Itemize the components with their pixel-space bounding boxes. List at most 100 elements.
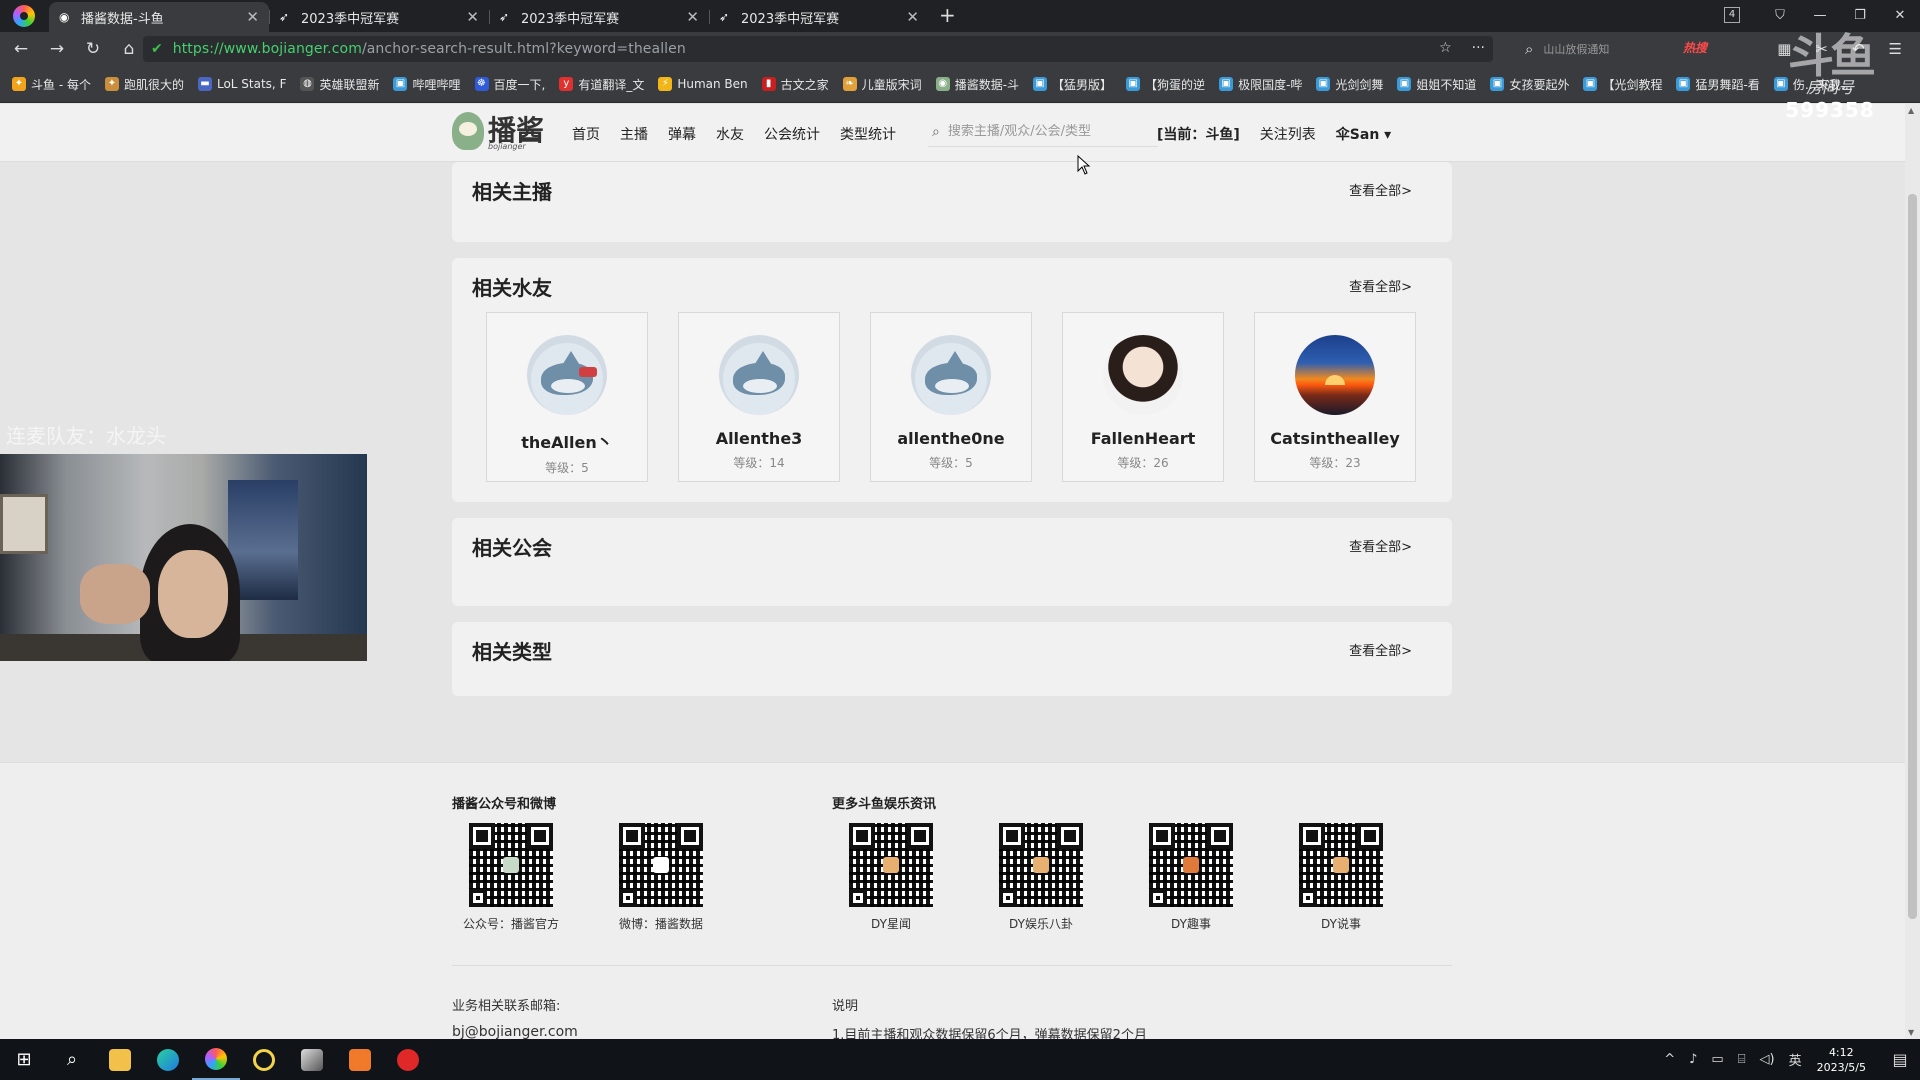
bookmark-item[interactable]: ✦ 斗鱼 - 每个 (12, 76, 91, 93)
chevron-up-icon[interactable]: ^ (1664, 1052, 1675, 1067)
bookmark-item[interactable]: ◍ 英雄联盟新 (300, 76, 379, 93)
scroll-down-icon[interactable]: ▼ (1908, 1028, 1914, 1037)
display-icon[interactable]: ▭ (1711, 1052, 1723, 1067)
browser-logo-icon[interactable] (13, 5, 35, 27)
user-menu[interactable]: 伞San ▾ (1336, 124, 1391, 144)
scroll-up-icon[interactable]: ▲ (1908, 106, 1914, 115)
bookmark-item[interactable]: ⚡ Human Ben (658, 77, 748, 91)
related-fans-card: 相关水友 查看全部> theAllen丶 等级：5 Allenthe3 等级：1… (452, 258, 1452, 502)
page-scrollbar[interactable]: ▲ ▼ (1905, 104, 1920, 1039)
bookmark-item[interactable]: ▮ 古文之家 (761, 76, 829, 93)
see-all-link[interactable]: 查看全部> (1349, 276, 1412, 295)
nav-type-stats[interactable]: 类型统计 (840, 124, 896, 144)
volume-icon[interactable]: ◁) (1760, 1052, 1775, 1067)
reload-icon[interactable]: ↻ (78, 39, 108, 59)
minimize-icon[interactable]: — (1800, 8, 1840, 23)
browser-tab[interactable]: ➶ 2023季中冠军赛 ✕ (489, 2, 709, 32)
site-favicon-icon: ➶ (279, 10, 290, 24)
bookmark-item[interactable]: ▣ 【光剑教程 (1583, 76, 1662, 93)
new-tab-icon[interactable]: + (939, 3, 956, 27)
follow-list-link[interactable]: 关注列表 (1260, 124, 1316, 144)
file-explorer-icon[interactable] (96, 1039, 144, 1080)
browser-taskbar-icon[interactable] (192, 1039, 240, 1080)
notification-icon[interactable]: ▤ (1880, 1050, 1920, 1069)
fan-card[interactable]: theAllen丶 等级：5 (486, 312, 648, 482)
address-bar[interactable]: ✔ https://www.bojianger.com/anchor-searc… (143, 36, 1493, 62)
game-app-icon[interactable] (288, 1039, 336, 1080)
fan-card[interactable]: Allenthe3 等级：14 (678, 312, 840, 482)
tab-count-badge[interactable]: 4 (1724, 7, 1740, 23)
bookmark-item[interactable]: ▣ 【狗蛋的逆 (1126, 76, 1205, 93)
footer-heading: 更多斗鱼娱乐资讯 (832, 797, 937, 812)
bookmark-star-icon[interactable]: ☆ (1439, 40, 1452, 56)
close-tab-icon[interactable]: ✕ (466, 8, 479, 26)
browser-search-box[interactable]: ⌕ 山山放假通知 (1525, 37, 1765, 61)
bookmark-item[interactable]: ▣ 光剑剑舞 (1316, 76, 1383, 93)
bookmark-item[interactable]: ❧ 儿童版宋词 (842, 76, 922, 93)
platform-switch[interactable]: [当前：斗鱼] (1157, 124, 1240, 144)
search-icon: ⌕ (932, 123, 940, 140)
obs-icon[interactable] (240, 1039, 288, 1080)
qr-item: 公众号：播酱官方 (451, 823, 571, 932)
bookmark-item[interactable]: ▣ 女孩要起外 (1490, 76, 1569, 93)
nav-fans[interactable]: 水友 (716, 124, 744, 144)
edge-browser-icon[interactable] (144, 1039, 192, 1080)
contact-email[interactable]: bj@bojianger.com (452, 1024, 578, 1040)
fan-name: Allenthe3 (715, 429, 803, 448)
close-tab-icon[interactable]: ✕ (686, 8, 699, 26)
bookmark-item[interactable]: ▣ 【猛男版】 (1033, 76, 1112, 93)
see-all-link[interactable]: 查看全部> (1349, 536, 1412, 555)
tv-icon: ▣ (1676, 77, 1691, 91)
close-tab-icon[interactable]: ✕ (246, 8, 259, 26)
bookmark-item[interactable]: ▣ 姐姐不知道 (1397, 76, 1476, 93)
nav-anchors[interactable]: 主播 (620, 124, 648, 144)
site-logo[interactable]: 播酱 bojianger (452, 112, 544, 151)
netease-music-icon[interactable] (384, 1039, 432, 1080)
bookmark-item[interactable]: ▣ 哔哩哔哩 (393, 76, 461, 93)
site-search-input[interactable] (947, 124, 1138, 139)
media-app-icon[interactable] (336, 1039, 384, 1080)
bookmark-item[interactable]: ▣ 极限国度-哔 (1219, 76, 1302, 93)
browser-tab-strip: ◉ 播酱数据-斗鱼 ✕ ➶ 2023季中冠军赛 ✕ ➶ 2023季中冠军赛 ✕ … (0, 0, 1920, 32)
system-clock[interactable]: 4:12 2023/5/5 (1817, 1045, 1866, 1075)
avatar (1103, 335, 1183, 415)
close-tab-icon[interactable]: ✕ (906, 8, 919, 26)
see-all-link[interactable]: 查看全部> (1349, 180, 1412, 199)
bookmark-item[interactable]: ◉ 播酱数据-斗 (935, 76, 1019, 93)
menu-icon[interactable]: ☰ (1889, 40, 1902, 58)
search-icon[interactable]: ⌕ (48, 1039, 96, 1080)
back-icon[interactable]: ← (6, 39, 36, 59)
home-icon[interactable]: ⌂ (114, 39, 144, 59)
more-options-icon[interactable]: ··· (1472, 40, 1485, 56)
nav-home[interactable]: 首页 (572, 124, 600, 144)
bookmark-item[interactable]: ▣ 猛男舞蹈-看 (1676, 76, 1760, 93)
bookmark-item[interactable]: ☸ 百度一下, (474, 76, 545, 93)
hot-search-badge[interactable]: 热搜 (1683, 39, 1707, 56)
bookmark-item[interactable]: y 有道翻译_文 (559, 76, 644, 93)
fan-card[interactable]: FallenHeart 等级：26 (1062, 312, 1224, 482)
ime-indicator[interactable]: 英 (1789, 1050, 1802, 1069)
scroll-thumb[interactable] (1908, 194, 1917, 919)
see-all-link[interactable]: 查看全部> (1349, 640, 1412, 659)
microphone-icon[interactable]: ♪ (1689, 1052, 1697, 1067)
nav-danmaku[interactable]: 弹幕 (668, 124, 696, 144)
close-window-icon[interactable]: ✕ (1880, 8, 1920, 23)
browser-tab[interactable]: ➶ 2023季中冠军赛 ✕ (269, 2, 489, 32)
qr-code-icon (469, 823, 553, 907)
fan-card[interactable]: Catsinthealley 等级：23 (1254, 312, 1416, 482)
skin-icon[interactable]: ⛉ (1760, 8, 1800, 23)
bookmark-item[interactable]: ▬ LoL Stats, F (197, 77, 286, 91)
bookmark-item[interactable]: ✦ 跑肌很大的 (104, 76, 184, 93)
browser-tab[interactable]: ➶ 2023季中冠军赛 ✕ (709, 2, 929, 32)
browser-tab[interactable]: ◉ 播酱数据-斗鱼 ✕ (49, 2, 269, 32)
search-icon: ⌕ (1525, 40, 1534, 58)
network-icon[interactable]: ⌸ (1738, 1052, 1746, 1067)
nav-guild-stats[interactable]: 公会统计 (764, 124, 820, 144)
qr-code-icon (999, 823, 1083, 907)
forward-icon[interactable]: → (42, 39, 72, 59)
fan-card[interactable]: allenthe0ne 等级：5 (870, 312, 1032, 482)
bolt-icon: ⚡ (658, 77, 673, 91)
windows-start-icon[interactable]: ⊞ (0, 1039, 48, 1080)
contact-label: 业务相关联系邮箱: (452, 999, 561, 1014)
restore-icon[interactable]: ❐ (1840, 8, 1880, 23)
